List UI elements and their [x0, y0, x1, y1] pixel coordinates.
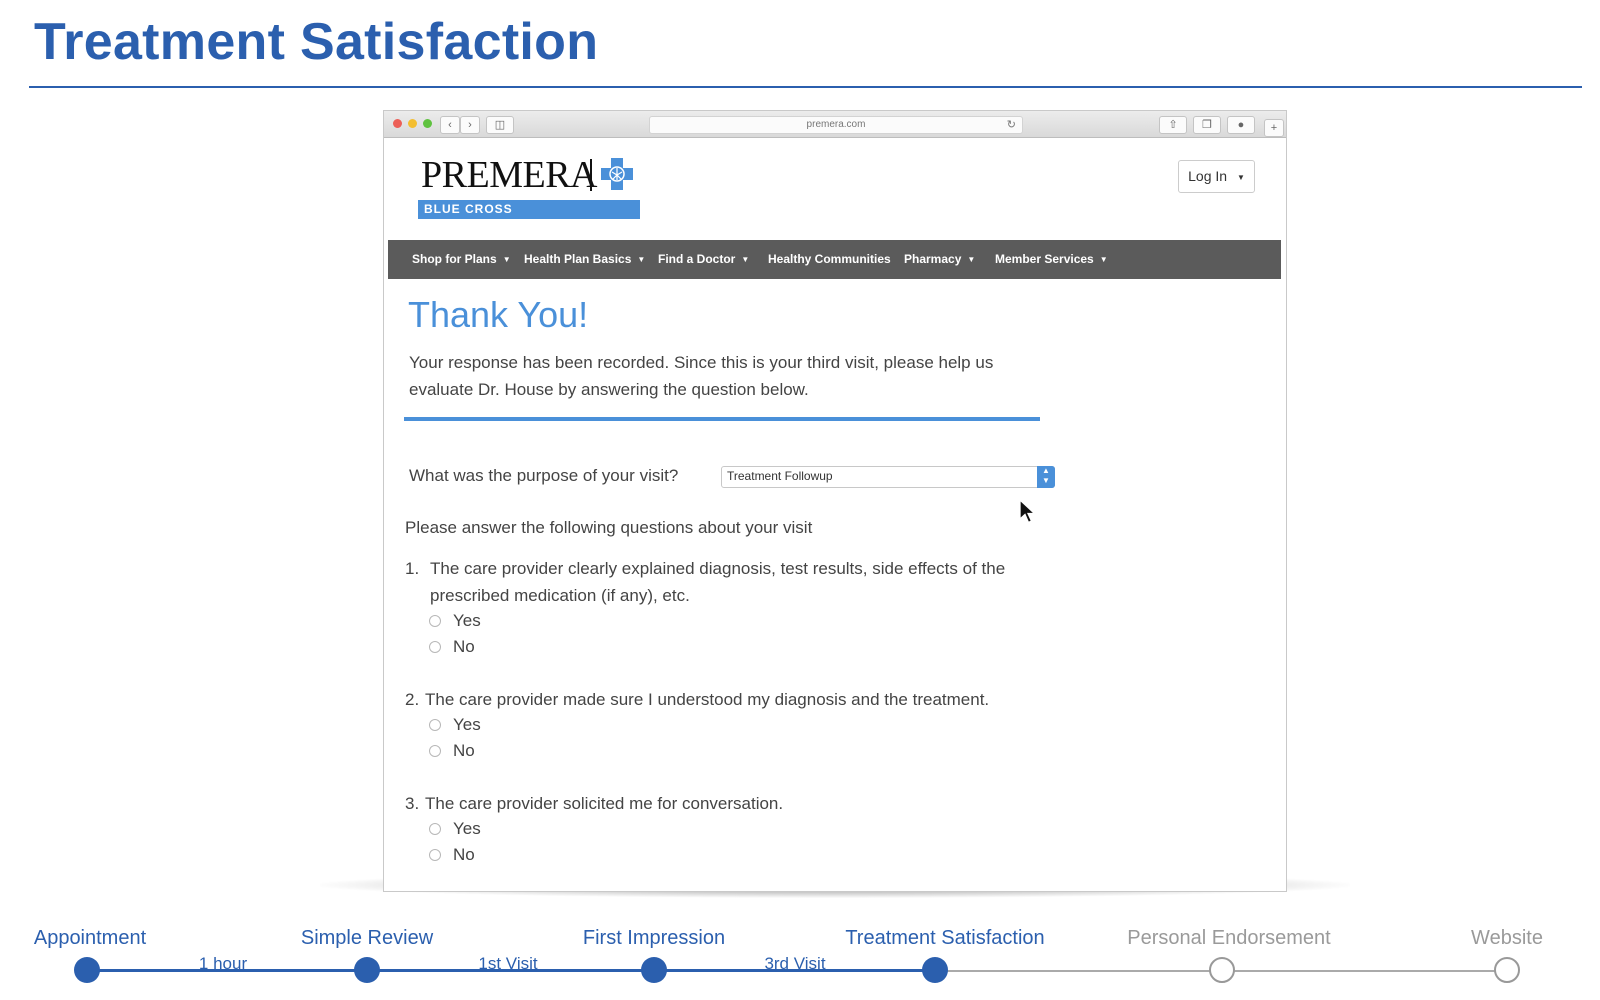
thank-you-heading: Thank You! [408, 294, 589, 335]
radio-button[interactable] [429, 745, 441, 757]
timeline-gap-label: 3rd Visit [764, 954, 826, 973]
option-label: No [453, 741, 475, 760]
option-label: Yes [453, 819, 481, 838]
logo-divider [590, 159, 592, 191]
nav-item-healthy-communities[interactable]: Healthy Communities [768, 240, 891, 279]
nav-label: Member Services [995, 252, 1094, 266]
close-window-button[interactable] [393, 119, 402, 128]
reload-icon[interactable]: ↻ [1007, 117, 1016, 133]
journey-timeline: Appointment Simple Review First Impressi… [0, 900, 1600, 1000]
nav-label: Find a Doctor [658, 252, 736, 266]
premera-logo[interactable]: PREMERA [421, 153, 597, 197]
nav-label: Health Plan Basics [524, 252, 632, 266]
visit-purpose-label: What was the purpose of your visit? [409, 466, 679, 485]
question-text: The care provider solicited me for conve… [425, 794, 784, 813]
option-label: Yes [453, 715, 481, 734]
nav-item-find-a-doctor[interactable]: Find a Doctor ▼ [658, 240, 749, 279]
zoom-window-button[interactable] [423, 119, 432, 128]
option-label: No [453, 845, 475, 864]
question-1: 1. The care provider clearly explained d… [405, 555, 1065, 615]
forward-icon[interactable]: › [460, 116, 480, 134]
nav-item-pharmacy[interactable]: Pharmacy ▼ [904, 240, 975, 279]
timeline-step-dot [922, 957, 948, 983]
back-icon[interactable]: ‹ [440, 116, 460, 134]
radio-button[interactable] [429, 719, 441, 731]
chevron-down-icon: ▼ [637, 255, 646, 265]
timeline-step-label: Website [1471, 927, 1543, 949]
radio-button[interactable] [429, 615, 441, 627]
browser-toolbar: ‹ › ◫ premera.com ↻ ⇧ ❐ ● + [384, 111, 1286, 138]
share-icon[interactable]: ⇧ [1159, 116, 1187, 134]
timeline-gap-label: 1st Visit [478, 954, 538, 973]
url-bar[interactable]: premera.com ↻ [649, 116, 1023, 134]
timeline-step-label: Simple Review [300, 927, 434, 949]
timeline-step-label: First Impression [582, 927, 726, 949]
nav-label: Healthy Communities [768, 252, 891, 266]
sidebar-icon[interactable]: ◫ [486, 116, 514, 134]
timeline-step-dot [74, 957, 100, 983]
timeline-step-label: Personal Endorsement [1127, 927, 1331, 949]
questions-intro: Please answer the following questions ab… [405, 518, 813, 537]
question-text: The care provider made sure I understood… [425, 690, 990, 709]
select-arrows-icon: ▲ ▼ [1037, 466, 1055, 488]
question-number: 1. [405, 559, 420, 578]
blue-cross-logo-icon [601, 158, 633, 190]
response-message: Your response has been recorded. Since t… [409, 353, 994, 399]
blue-cross-band: BLUE CROSS [418, 200, 640, 219]
radio-button[interactable] [429, 823, 441, 835]
timeline-step-dot [354, 957, 380, 983]
chevron-down-icon: ▼ [967, 255, 976, 265]
chevron-down-icon: ▼ [1236, 172, 1245, 182]
timeline-step-label: Treatment Satisfaction [845, 927, 1045, 949]
nav-item-member-services[interactable]: Member Services ▼ [995, 240, 1108, 279]
chevron-down-icon: ▼ [1099, 255, 1108, 265]
question-number: 2. [405, 690, 420, 709]
question-3: 3. The care provider solicited me for co… [405, 790, 1065, 817]
timeline-step-label: Appointment [33, 927, 147, 949]
option-label: Yes [453, 611, 481, 630]
chevron-down-icon: ▼ [741, 255, 750, 265]
url-text: premera.com [806, 119, 866, 130]
mouse-cursor-icon [1019, 499, 1036, 524]
radio-button[interactable] [429, 849, 441, 861]
question-2: 2. The care provider made sure I underst… [405, 686, 1065, 713]
question-text: The care provider clearly explained diag… [430, 559, 1006, 605]
browser-window: ‹ › ◫ premera.com ↻ ⇧ ❐ ● + PREMERA BLUE… [383, 110, 1287, 892]
visit-purpose-select[interactable]: Treatment Followup ▲ ▼ [721, 466, 1055, 488]
timeline-step-dot [1209, 957, 1235, 983]
main-nav: Shop for Plans ▼ Health Plan Basics ▼ Find… [388, 240, 1281, 279]
slide-title: Treatment Satisfaction [34, 13, 599, 71]
login-button[interactable]: Log In ▼ [1178, 160, 1255, 193]
nav-label: Pharmacy [904, 252, 962, 266]
radio-button[interactable] [429, 641, 441, 653]
timeline-step-dot [1494, 957, 1520, 983]
timeline-gap-label: 1 hour [198, 954, 248, 973]
timeline-step-dot [641, 957, 667, 983]
minimize-window-button[interactable] [408, 119, 417, 128]
title-divider [29, 86, 1582, 88]
login-label: Log In [1188, 168, 1228, 184]
new-tab-icon[interactable]: + [1264, 119, 1284, 137]
section-divider [404, 417, 1040, 421]
download-icon[interactable]: ● [1227, 116, 1255, 134]
nav-item-shop-for-plans[interactable]: Shop for Plans ▼ [412, 240, 511, 279]
chevron-down-icon: ▼ [502, 255, 511, 265]
question-number: 3. [405, 794, 420, 813]
nav-item-health-plan-basics[interactable]: Health Plan Basics ▼ [524, 240, 645, 279]
option-label: No [453, 637, 475, 656]
tabs-icon[interactable]: ❐ [1193, 116, 1221, 134]
visit-purpose-value: Treatment Followup [727, 469, 833, 483]
nav-label: Shop for Plans [412, 252, 497, 266]
